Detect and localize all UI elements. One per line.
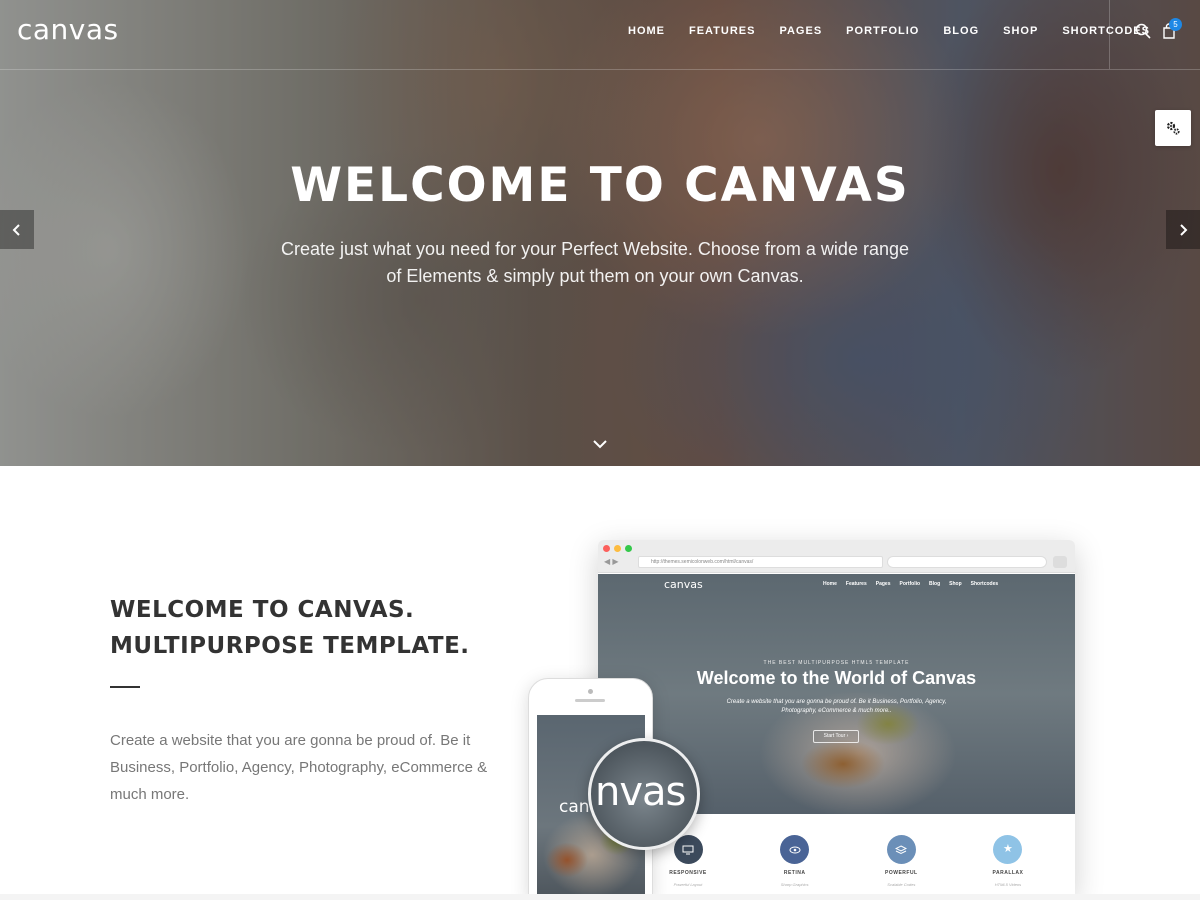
close-dot-icon <box>603 545 610 552</box>
header-divider <box>0 69 1200 70</box>
section-title-line1: WELCOME TO CANVAS. <box>110 597 415 623</box>
mockup-logo: canvas <box>664 578 703 591</box>
magnifier-lens: nvas <box>588 738 700 850</box>
star-icon: ★ <box>993 835 1023 864</box>
feature-desc: HTML5 Videos <box>994 882 1022 887</box>
minimize-dot-icon <box>614 545 621 552</box>
hero-slider: canvas HOME FEATURES PAGES PORTFOLIO BLO… <box>0 0 1200 466</box>
mockup-nav-item: Pages <box>875 581 891 587</box>
mockup-nav-item: Home <box>823 581 837 587</box>
feature-desc: Powerful Layout <box>673 882 703 887</box>
slider-next-button[interactable] <box>1166 210 1200 249</box>
slider-prev-button[interactable] <box>0 210 34 249</box>
chevron-left-icon <box>12 223 20 236</box>
nav-home[interactable]: HOME <box>616 24 677 38</box>
mockup-nav: Home Features Pages Portfolio Blog Shop … <box>823 581 998 587</box>
nav-blog[interactable]: BLOG <box>931 24 991 38</box>
nav-features[interactable]: FEATURES <box>677 24 767 38</box>
mockup-nav-item: Shortcodes <box>970 581 999 587</box>
maximize-dot-icon <box>625 545 632 552</box>
feature-desc: Scalable Codes <box>887 882 916 887</box>
nav-shop[interactable]: SHOP <box>991 24 1050 38</box>
search-icon[interactable] <box>1134 22 1152 40</box>
cart-count-badge: 5 <box>1169 18 1182 31</box>
hero-title: WELCOME TO CANVAS <box>290 158 910 213</box>
feature-label: RESPONSIVE <box>669 870 707 876</box>
feature-desc: Sharp Graphics <box>780 882 809 887</box>
hero-subtitle-line1: Create just what you need for your Perfe… <box>281 239 909 259</box>
mockup-start-tour-button: Start Tour › <box>813 730 859 743</box>
nav-pages[interactable]: PAGES <box>767 24 834 38</box>
mockup-title: Welcome to the World of Canvas <box>696 668 977 688</box>
mockup-nav-item: Portfolio <box>899 581 921 587</box>
browser-nav-arrows-icon: ◀ ▶ <box>604 557 619 566</box>
feature-parallax: ★ PARALLAX HTML5 Videos <box>978 835 1038 887</box>
feature-powerful: POWERFUL Scalable Codes <box>871 835 931 887</box>
eye-icon <box>780 835 810 864</box>
mockup-nav-item: Features <box>845 581 867 587</box>
chevron-down-icon <box>593 440 607 449</box>
phone-speaker <box>575 699 605 702</box>
lens-logo-text: nvas <box>595 769 686 815</box>
gear-icon <box>1166 121 1180 135</box>
phone-camera-icon <box>588 689 593 694</box>
settings-gear-button[interactable] <box>1155 110 1191 146</box>
mockup-nav-item: Blog <box>929 581 941 587</box>
feature-retina: RETINA Sharp Graphics <box>765 835 825 887</box>
section-title-line2: MULTIPURPOSE TEMPLATE. <box>110 633 470 659</box>
hero-subtitle: Create just what you need for your Perfe… <box>280 236 910 290</box>
browser-toolbar: ◀ ▶ http://themes.semicolonweb.com/html/… <box>598 540 1075 573</box>
browser-menu-icon <box>1053 556 1067 568</box>
feature-label: POWERFUL <box>885 870 918 876</box>
primary-nav: HOME FEATURES PAGES PORTFOLIO BLOG SHOP … <box>616 24 1162 38</box>
browser-url-bar: http://themes.semicolonweb.com/html/canv… <box>638 556 883 568</box>
title-divider <box>110 686 140 688</box>
nav-portfolio[interactable]: PORTFOLIO <box>834 24 931 38</box>
browser-search-box <box>887 556 1047 568</box>
mockup-features: RESPONSIVE Powerful Layout RETINA Sharp … <box>658 835 1038 887</box>
site-logo[interactable]: canvas <box>17 13 119 46</box>
bottom-strip <box>0 894 1200 900</box>
feature-label: PARALLAX <box>992 870 1024 876</box>
monitor-icon <box>673 835 703 864</box>
mockup-nav-item: Shop <box>949 581 962 587</box>
section-description: Create a website that you are gonna be p… <box>110 732 488 803</box>
section-title: WELCOME TO CANVAS. MULTIPURPOSE TEMPLATE… <box>110 592 470 664</box>
chevron-right-icon <box>1180 223 1188 236</box>
hero-subtitle-line2: of Elements & simply put them on your ow… <box>386 266 804 286</box>
scroll-down-button[interactable] <box>592 437 608 451</box>
mockup-tagline: THE BEST MULTIPURPOSE HTML5 TEMPLATE <box>763 660 910 666</box>
feature-label: RETINA <box>783 870 806 876</box>
mockup-subtitle: Create a website that you are gonna be p… <box>726 699 947 714</box>
layers-icon <box>886 835 916 864</box>
